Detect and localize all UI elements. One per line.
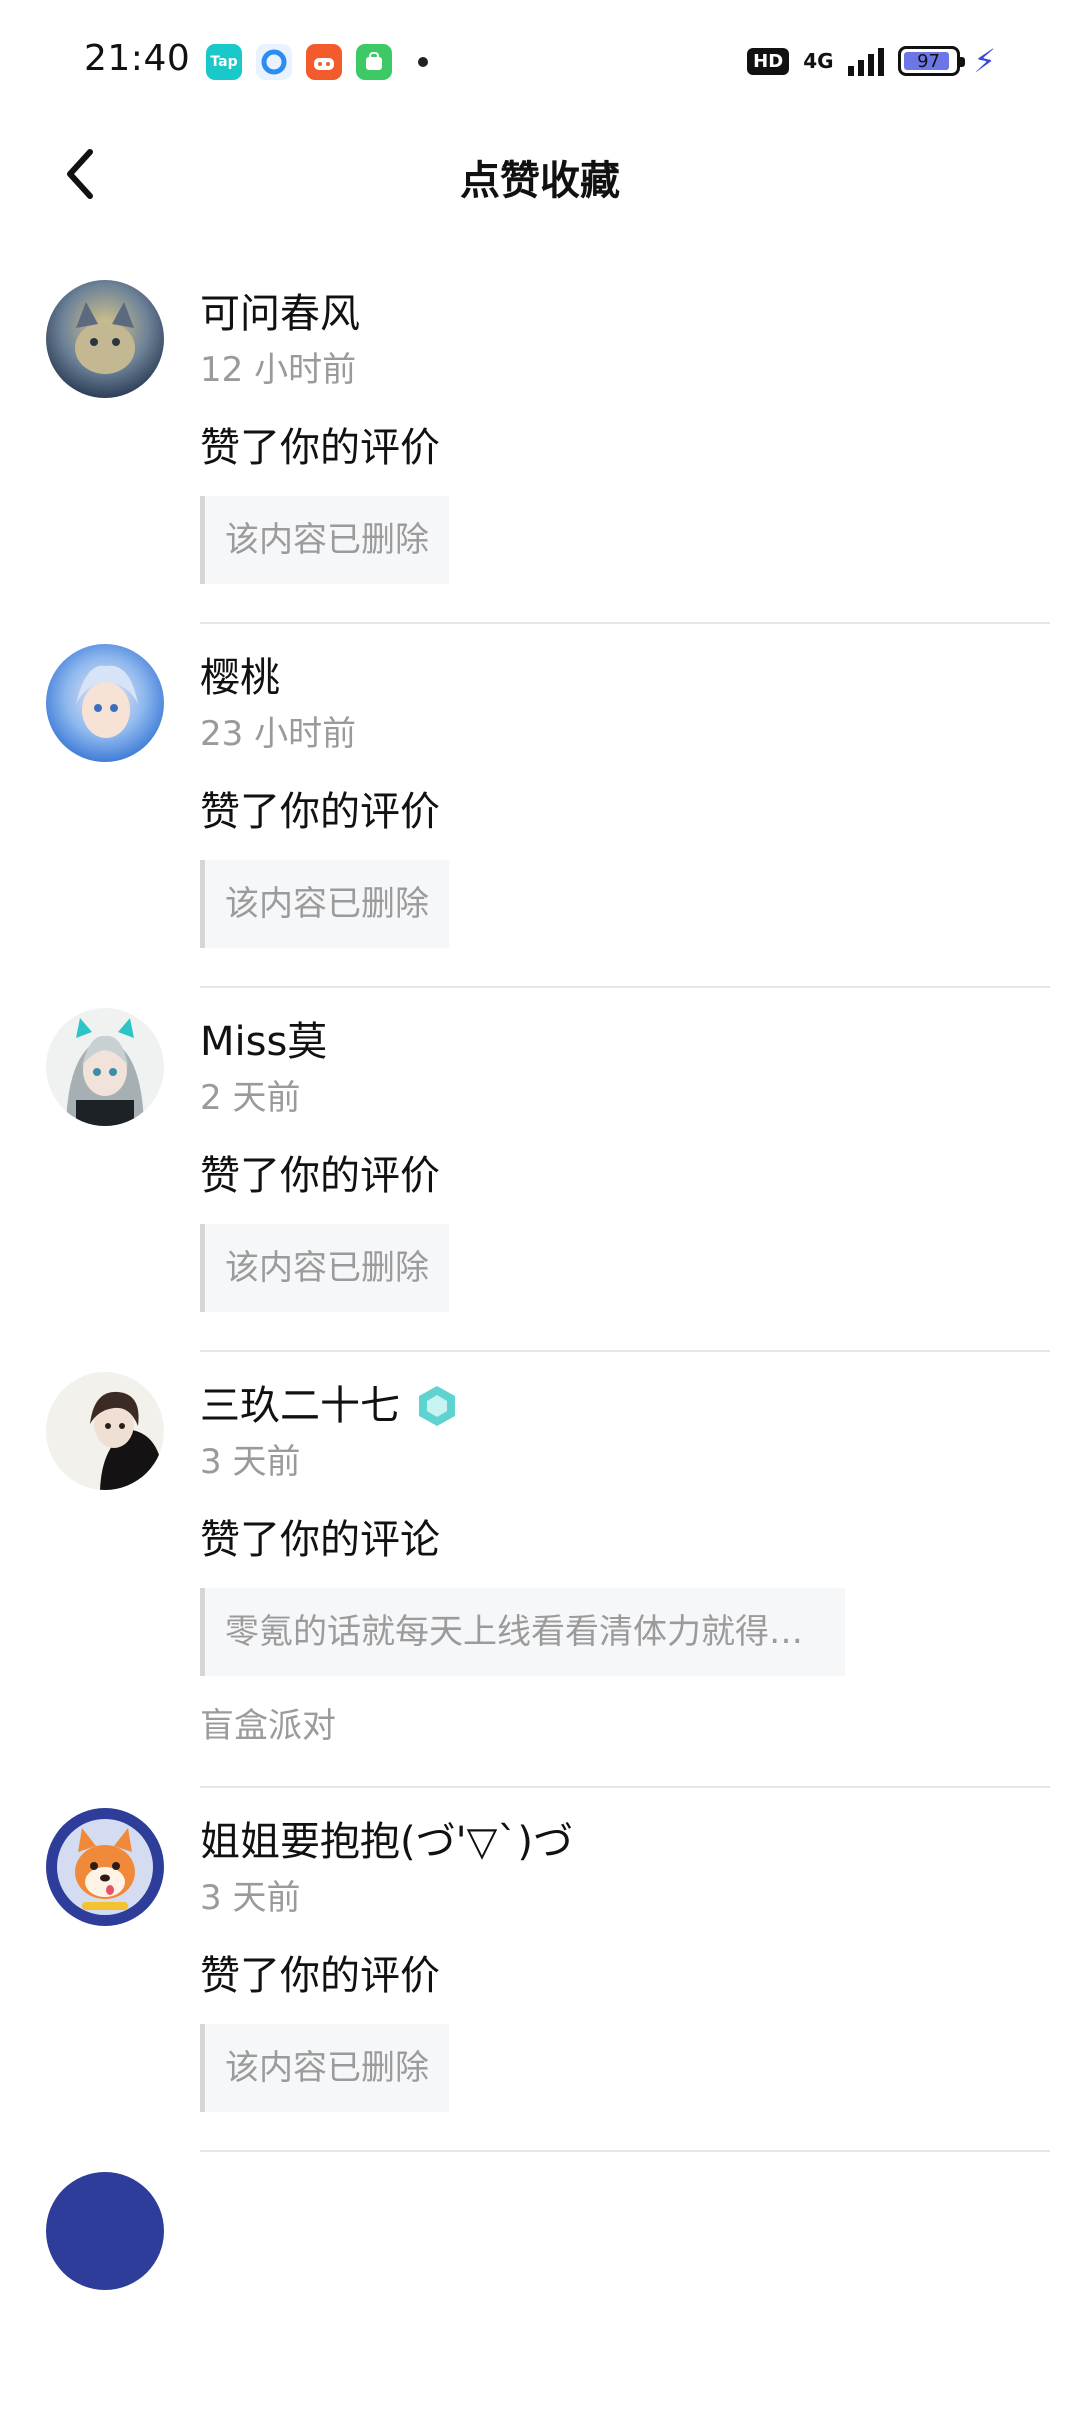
game-tag-link[interactable]: 盲盒派对 [200, 1704, 1050, 1748]
quoted-content[interactable]: 该内容已删除 [200, 860, 449, 948]
quoted-content[interactable]: 该内容已删除 [200, 2024, 449, 2112]
action-text: 赞了你的评价 [200, 1953, 440, 1999]
list-item[interactable]: 三玖二十七 3 天前 赞了你的评论 零氪的话就每天上线看看清体力就得了，抽就..… [0, 1352, 1080, 1788]
browser-icon [256, 44, 292, 80]
action-text: 赞了你的评论 [200, 1517, 440, 1563]
timestamp: 23 小时前 [200, 714, 357, 754]
timestamp: 2 天前 [200, 1078, 301, 1118]
user-name[interactable]: 姐姐要抱抱(づ'▽`)づ [200, 1788, 1050, 1868]
user-name[interactable]: 三玖二十七 [200, 1352, 1050, 1432]
top-bar: 点赞收藏 [0, 120, 1080, 230]
notification-icons: Tap [206, 44, 428, 80]
avatar[interactable] [46, 280, 164, 398]
list-item[interactable]: 姐姐要抱抱(づ'▽`)づ 3 天前 赞了你的评价 该内容已删除 [0, 1788, 1080, 2152]
system-indicators: HD 4G 97 ⚡ [747, 42, 996, 80]
action-text: 赞了你的评价 [200, 1153, 440, 1199]
store-icon [356, 44, 392, 80]
battery-level: 97 [917, 50, 940, 72]
charging-icon: ⚡ [973, 42, 996, 80]
status-bar: 21:40 Tap HD 4G 97 ⚡ [0, 0, 1080, 120]
user-name[interactable]: 可问春风 [200, 260, 1050, 340]
list-item[interactable]: 樱桃 23 小时前 赞了你的评价 该内容已删除 [0, 624, 1080, 988]
timestamp: 3 天前 [200, 1878, 301, 1918]
battery-icon: 97 [897, 46, 965, 76]
quoted-content[interactable]: 该内容已删除 [200, 1224, 449, 1312]
timestamp: 12 小时前 [200, 350, 357, 390]
game-icon [306, 44, 342, 80]
timestamp: 3 天前 [200, 1442, 301, 1482]
hexagon-badge-icon [419, 1386, 455, 1426]
more-notifications-dot [418, 57, 428, 67]
avatar[interactable] [46, 644, 164, 762]
quoted-content[interactable]: 零氪的话就每天上线看看清体力就得了，抽就... [200, 1588, 845, 1676]
list-item[interactable] [0, 2152, 1080, 2290]
signal-icon [847, 46, 884, 76]
network-type: 4G [803, 49, 834, 73]
tap-icon: Tap [206, 44, 242, 80]
hd-voice-icon: HD [747, 47, 790, 75]
avatar[interactable] [46, 1008, 164, 1126]
list-item[interactable]: 可问春风 12 小时前 赞了你的评价 该内容已删除 [0, 260, 1080, 624]
status-time: 21:40 [84, 38, 191, 79]
avatar[interactable] [46, 2172, 164, 2290]
action-text: 赞了你的评价 [200, 425, 440, 471]
quoted-content[interactable]: 该内容已删除 [200, 496, 449, 584]
avatar[interactable] [46, 1808, 164, 1926]
user-name[interactable]: Miss莫 [200, 988, 1050, 1068]
list-item[interactable]: Miss莫 2 天前 赞了你的评价 该内容已删除 [0, 988, 1080, 1352]
user-name[interactable]: 樱桃 [200, 624, 1050, 704]
notification-list[interactable]: 可问春风 12 小时前 赞了你的评价 该内容已删除 樱桃 23 小时前 赞了你的… [0, 260, 1080, 2290]
avatar[interactable] [46, 1372, 164, 1490]
page-title: 点赞收藏 [460, 158, 620, 204]
action-text: 赞了你的评价 [200, 789, 440, 835]
